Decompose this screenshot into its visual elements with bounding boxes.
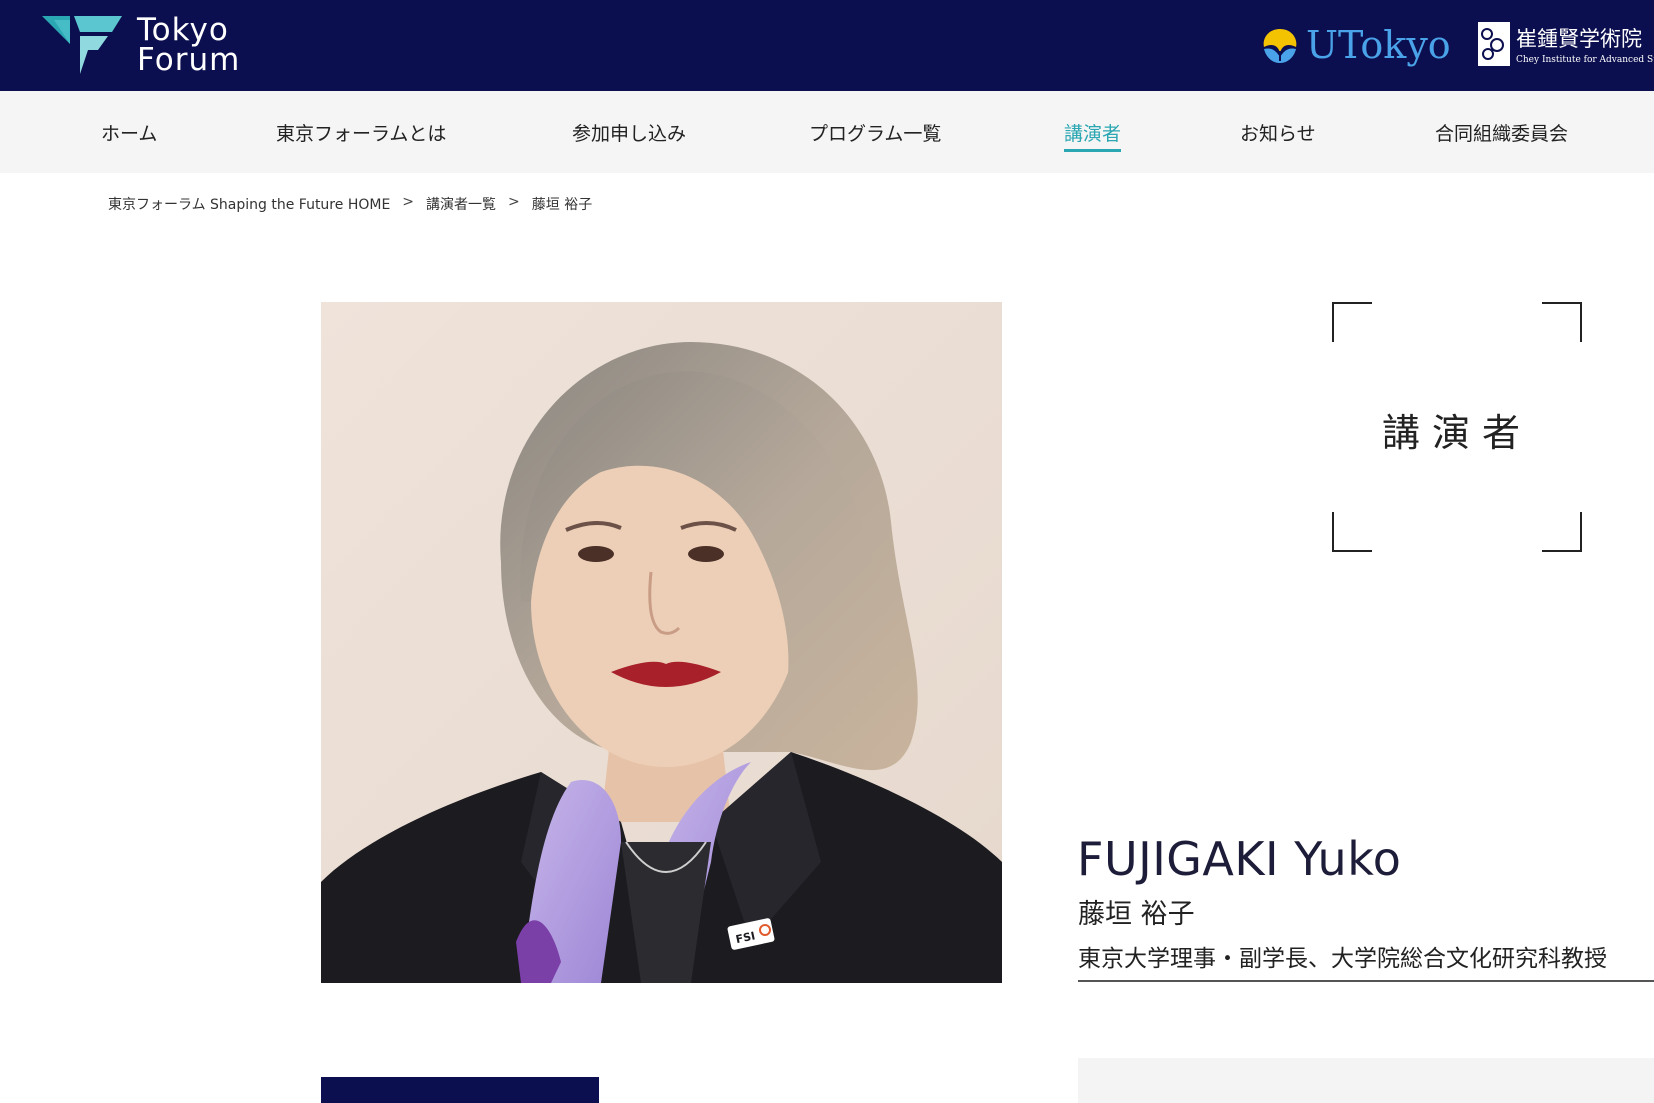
tokyo-forum-mark-icon <box>42 16 122 74</box>
profile-panel <box>1078 1058 1654 1103</box>
utokyo-logo[interactable]: UTokyo <box>1258 18 1451 72</box>
breadcrumb-current: 藤垣 裕子 <box>531 197 593 213</box>
nav-item-about[interactable]: 東京フォーラムとは <box>276 119 446 146</box>
corner-bracket <box>1542 302 1582 342</box>
corner-bracket <box>1542 512 1582 552</box>
nav-item-programs[interactable]: プログラム一覧 <box>809 119 941 146</box>
logo-line-2: Forum <box>137 42 241 78</box>
chey-title: 崔鍾賢学術院 <box>1516 27 1642 51</box>
chey-wordmark: 崔鍾賢学術院 Chey Institute for Advanced Studi… <box>1516 23 1654 65</box>
utokyo-wordmark: UTokyo <box>1306 23 1451 67</box>
speaker-name-ja: 藤垣 裕子 <box>1078 899 1195 930</box>
breadcrumb-separator: > <box>508 194 520 210</box>
chey-institute-logo[interactable]: 崔鍾賢学術院 Chey Institute for Advanced Studi… <box>1478 20 1654 68</box>
breadcrumb: 東京フォーラム Shaping the Future HOME > 講演者一覧 … <box>108 194 592 214</box>
tokyo-forum-logo[interactable]: Tokyo Forum <box>40 12 270 78</box>
speaker-portrait-image: FSI <box>321 302 1002 983</box>
bottom-button[interactable] <box>321 1077 599 1103</box>
breadcrumb-home[interactable]: 東京フォーラム Shaping the Future HOME <box>108 194 390 214</box>
ginkgo-icon <box>1263 29 1297 63</box>
nav-item-register[interactable]: 参加申し込み <box>572 119 686 146</box>
corner-bracket <box>1332 512 1372 552</box>
section-label: 講演者 <box>1381 411 1532 455</box>
nav-item-committee[interactable]: 合同組織委員会 <box>1435 119 1568 146</box>
nav-item-home[interactable]: ホーム <box>101 119 157 146</box>
breadcrumb-separator: > <box>402 194 415 210</box>
divider <box>1078 980 1654 982</box>
main-nav: ホーム 東京フォーラムとは 参加申し込み プログラム一覧 講演者 お知らせ 合同… <box>0 91 1654 173</box>
nav-item-speakers[interactable]: 講演者 <box>1064 119 1122 152</box>
logo-line-1: Tokyo <box>137 12 229 48</box>
corner-bracket <box>1332 302 1372 342</box>
chey-subtitle: Chey Institute for Advanced Studies <box>1516 55 1654 65</box>
breadcrumb-speakers[interactable]: 講演者一覧 <box>426 194 496 214</box>
speaker-photo: FSI <box>321 302 1002 983</box>
speaker-name-en: FUJIGAKI Yuko <box>1077 832 1402 886</box>
speaker-title: 東京大学理事・副学長、大学院総合文化研究科教授 <box>1078 946 1607 972</box>
chey-emblem-icon <box>1478 22 1510 66</box>
section-label-box: 講演者 <box>1332 302 1582 552</box>
nav-item-news[interactable]: お知らせ <box>1240 119 1316 146</box>
site-header: Tokyo Forum UTokyo 崔鍾賢学術院 Chey Institute… <box>0 0 1654 91</box>
logo-wordmark: Tokyo Forum <box>137 12 241 78</box>
